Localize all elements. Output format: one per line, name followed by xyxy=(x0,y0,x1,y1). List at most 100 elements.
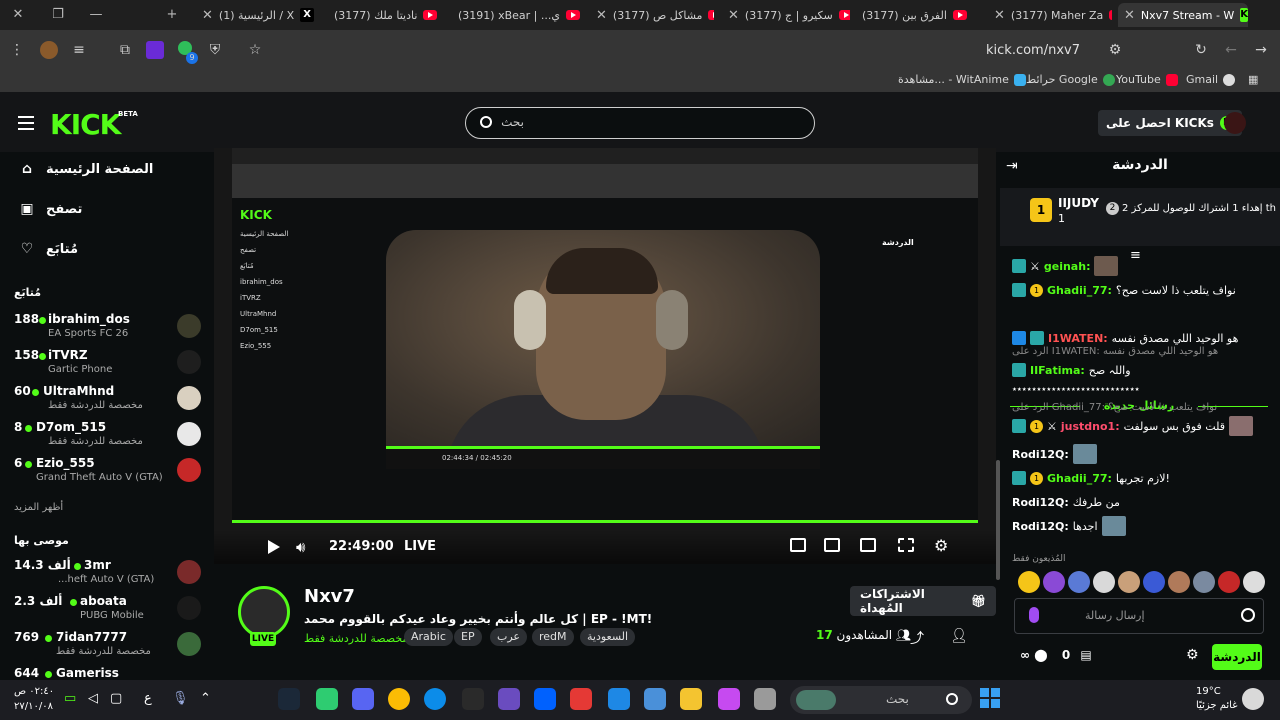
browser-tab[interactable]: ✕ (3177) Maher Za xyxy=(988,3,1112,27)
browser-tab[interactable]: ✕ (3177) مشاكل ص xyxy=(590,3,714,27)
browser-tab[interactable]: ✕ (1) الرئيسية / X X xyxy=(196,3,324,27)
chat-username[interactable]: Ghadii_77: xyxy=(1047,284,1112,297)
profile-avatar[interactable] xyxy=(40,41,58,59)
following-channel[interactable]: 8 D7om_515 مخصصة للدردشة فقط xyxy=(14,420,204,454)
chatter-avatar[interactable] xyxy=(1218,571,1240,593)
pip-icon[interactable] xyxy=(860,538,876,552)
bookmark-maps[interactable]: حرائط Google xyxy=(1026,73,1115,86)
game-app-icon[interactable] xyxy=(316,688,338,710)
tag-redm[interactable]: redM xyxy=(532,628,574,646)
play-icon[interactable] xyxy=(268,540,280,554)
chat-message-input[interactable]: إرسال رسالة xyxy=(1014,598,1264,634)
site-settings-icon[interactable]: ⚙ xyxy=(1106,41,1124,59)
app-icon[interactable] xyxy=(570,688,592,710)
share-icon[interactable]: ⤴ xyxy=(910,628,924,648)
close-tab-icon[interactable]: ✕ xyxy=(1124,8,1135,23)
chat-message[interactable]: ٭٭٭٭٭٭٭٭٭٭٭٭٭٭٭٭٭٭٭٭٭٭٭٭٭٭ xyxy=(1012,380,1274,400)
following-channel[interactable]: 158 iTVRZ Gartic Phone xyxy=(14,348,204,382)
kick-logo[interactable]: KICK xyxy=(50,108,121,141)
menu-dots-icon[interactable]: ⋮ xyxy=(8,41,26,59)
chrome-icon[interactable] xyxy=(388,688,410,710)
chat-message[interactable]: 1 Ghadii_77: لازم تجربها! xyxy=(1012,468,1274,488)
new-tab-button[interactable]: + xyxy=(160,6,184,24)
bookmark-witanime[interactable]: مشاهدة... - WitAnime xyxy=(898,73,1026,86)
weather-widget[interactable]: 19°C غائم جزئيًا xyxy=(1196,685,1237,713)
following-channel[interactable]: 60 UltraMhnd مخصصة للدردشة فقط xyxy=(14,384,204,418)
close-tab-icon[interactable]: ✕ xyxy=(596,8,607,23)
chat-message[interactable]: 1 ⚔ justdno1: قلت فوق بس سولفت xyxy=(1012,416,1274,436)
extensions-icon[interactable]: ⧉ xyxy=(116,41,134,59)
back-icon[interactable]: ← xyxy=(1222,41,1240,59)
tag-arab[interactable]: عرب xyxy=(490,628,527,646)
user-avatar[interactable] xyxy=(1224,112,1246,134)
language-indicator[interactable]: ع xyxy=(144,691,152,706)
video-player[interactable]: KICK الصفحة الرئيسية تصفح مُتابَع ibrahi… xyxy=(214,148,996,564)
browser-tab[interactable]: ✕ (3177) سكيرو | ج xyxy=(722,3,850,27)
microphone-icon[interactable] xyxy=(1029,607,1039,623)
reload-icon[interactable]: ↻ xyxy=(1192,41,1210,59)
hamburger-menu-icon[interactable] xyxy=(18,116,34,130)
recommended-channel[interactable]: 769 7idan7777 مخصصة للدردشة فقط xyxy=(14,630,204,664)
discord-icon[interactable] xyxy=(352,688,374,710)
chat-username[interactable]: justdno1: xyxy=(1061,420,1120,433)
streamer-avatar[interactable] xyxy=(238,586,290,638)
chat-username[interactable]: geinah: xyxy=(1044,260,1091,273)
file-explorer-icon[interactable] xyxy=(680,688,702,710)
epic-games-icon[interactable] xyxy=(462,688,484,710)
tag-ep[interactable]: EP xyxy=(454,628,482,646)
sidebar-item-following[interactable]: ♡ مُتابَع xyxy=(18,238,198,260)
get-kicks-button[interactable]: احصل على KICKs K xyxy=(1098,110,1242,136)
gift-subscriptions-button[interactable]: الاشتراكات المُهداة 🎁︎ xyxy=(850,586,996,616)
minimize-window-icon[interactable]: — xyxy=(84,6,108,24)
chat-username[interactable]: IIFatima: xyxy=(1030,364,1085,377)
all-bookmarks-icon[interactable]: ▦ xyxy=(1248,73,1258,86)
chatter-avatar[interactable] xyxy=(1243,571,1265,593)
store-icon[interactable] xyxy=(644,688,666,710)
chatter-avatar[interactable] xyxy=(1093,571,1115,593)
microphone-icon[interactable]: 🎙︎ xyxy=(172,691,189,706)
fullscreen-icon[interactable] xyxy=(898,538,914,552)
gift-icon[interactable]: ▤ xyxy=(1080,648,1091,662)
kicks-icon[interactable]: ⬤ xyxy=(1034,648,1047,662)
live-indicator[interactable]: LIVE xyxy=(404,539,436,554)
app-icon[interactable] xyxy=(754,688,776,710)
show-more-link[interactable]: أظهر المزيد xyxy=(14,502,63,513)
follow-icon[interactable]: 👤︎ xyxy=(950,628,968,644)
bookmark-youtube[interactable]: YouTube xyxy=(1116,73,1178,86)
chatter-avatar[interactable] xyxy=(1143,571,1165,593)
volume-icon[interactable]: ◁ xyxy=(88,691,98,706)
network-icon[interactable]: ▢ xyxy=(110,691,122,706)
stream-category[interactable]: مخصصة للدردشة فقط xyxy=(304,632,408,645)
volume-icon[interactable]: 🔊︎ xyxy=(296,538,305,556)
browser-tab-active[interactable]: ✕ Nxv7 Stream - W K xyxy=(1118,3,1248,27)
extension-icon[interactable] xyxy=(146,41,164,59)
edge-icon[interactable] xyxy=(424,688,446,710)
shield-icon[interactable]: ⛨ xyxy=(206,41,224,59)
chat-username[interactable]: Rodi12Q: xyxy=(1012,520,1069,533)
chat-username[interactable]: I1WATEN: xyxy=(1048,332,1108,345)
browser-tab[interactable]: (3177) الفرق بين xyxy=(856,3,980,27)
chat-message[interactable]: Rodi12Q: xyxy=(1012,442,1274,466)
pinned-gift-leader[interactable]: 1 IIJUDY 1 إهداء 1 اشتراك للوصول للمركز … xyxy=(1000,188,1280,246)
search-input[interactable]: بحث xyxy=(465,107,815,139)
emoji-icon[interactable] xyxy=(1241,608,1255,622)
reading-list-icon[interactable]: ≡ xyxy=(70,41,88,59)
steam-icon[interactable] xyxy=(278,688,300,710)
chat-settings-icon[interactable]: ⚙ xyxy=(1186,647,1199,663)
sidebar-item-home[interactable]: ⌂ الصفحة الرئيسية xyxy=(18,158,198,180)
close-window-icon[interactable]: ✕ xyxy=(6,6,30,24)
chat-username[interactable]: Rodi12Q: xyxy=(1012,496,1069,509)
settings-gear-icon[interactable]: ⚙ xyxy=(934,536,948,555)
tag-arabic[interactable]: Arabic xyxy=(404,628,453,646)
following-channel[interactable]: 188 ibrahim_dos EA Sports FC 26 xyxy=(14,312,204,346)
app-icon[interactable] xyxy=(498,688,520,710)
forward-icon[interactable]: → xyxy=(1252,41,1270,59)
chat-message[interactable]: IIFatima: واللہ صح xyxy=(1012,360,1274,380)
close-tab-icon[interactable]: ✕ xyxy=(994,8,1005,23)
clip-icon[interactable] xyxy=(790,538,806,552)
chat-message[interactable]: ⚔ geinah: xyxy=(1012,256,1274,276)
chatter-avatar[interactable] xyxy=(1193,571,1215,593)
mail-icon[interactable] xyxy=(608,688,630,710)
recommended-channel[interactable]: 2.3 ألف aboata PUBG Mobile xyxy=(14,594,204,628)
chat-username[interactable]: Rodi12Q: xyxy=(1012,448,1069,461)
